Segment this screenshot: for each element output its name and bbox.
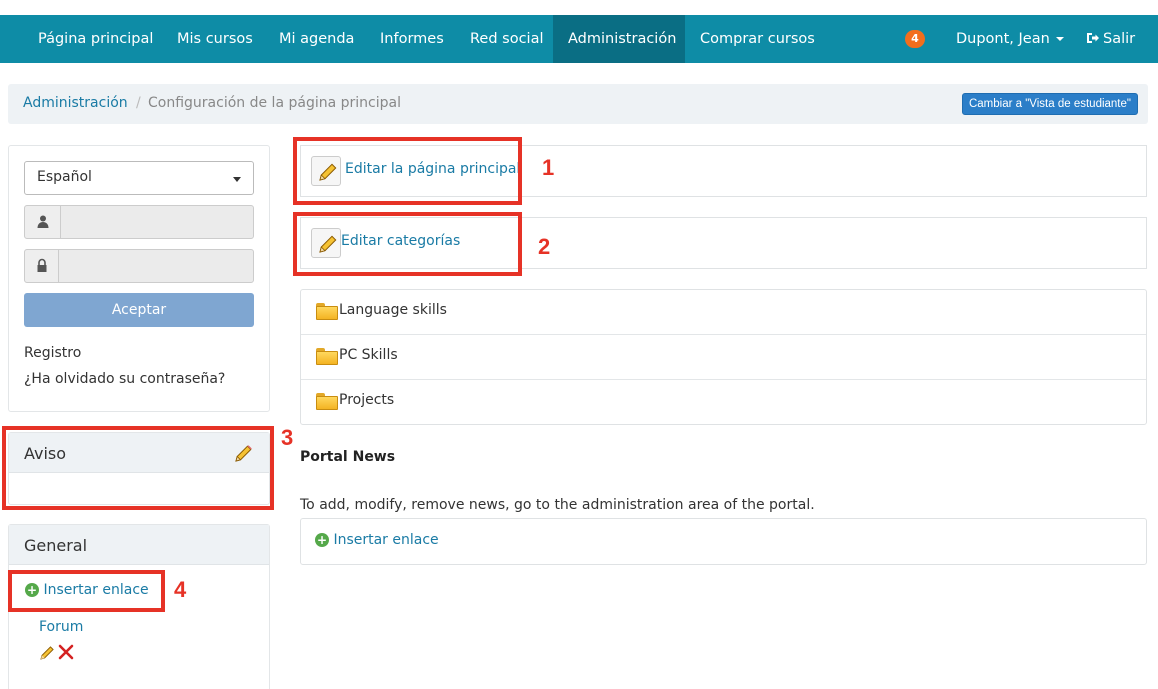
language-value: Español xyxy=(37,169,92,185)
delete-icon[interactable] xyxy=(57,644,75,660)
logout-button[interactable]: Salir xyxy=(1086,15,1135,63)
news-title: Portal News xyxy=(300,449,396,465)
annotation-box-1 xyxy=(293,137,522,205)
news-text: To add, modify, remove news, go to the a… xyxy=(300,497,815,513)
folder-icon xyxy=(316,347,338,365)
nav-social[interactable]: Red social xyxy=(470,15,544,63)
pencil-icon[interactable] xyxy=(38,644,56,662)
language-select[interactable]: Español xyxy=(24,161,254,195)
forgot-password-link[interactable]: ¿Ha olvidado su contraseña? xyxy=(24,371,225,387)
nav-reports[interactable]: Informes xyxy=(380,15,444,63)
annotation-box-4 xyxy=(8,570,165,612)
chevron-down-icon xyxy=(233,177,241,182)
user-menu[interactable]: Dupont, Jean xyxy=(956,15,1064,63)
top-navbar: Página principal Mis cursos Mi agenda In… xyxy=(0,15,1158,63)
chevron-down-icon xyxy=(1055,37,1064,41)
register-link[interactable]: Registro xyxy=(24,345,81,361)
nav-agenda[interactable]: Mi agenda xyxy=(279,15,354,63)
category-item[interactable]: PC Skills xyxy=(301,335,1146,380)
nav-home[interactable]: Página principal xyxy=(38,15,153,63)
annotation-number-1: 1 xyxy=(542,155,555,180)
general-header: General xyxy=(9,525,269,565)
category-label: Language skills xyxy=(339,302,447,318)
breadcrumb-administration[interactable]: Administración xyxy=(23,95,128,111)
lock-icon xyxy=(25,250,59,282)
annotation-number-3: 3 xyxy=(281,425,294,450)
annotation-box-3 xyxy=(2,426,274,510)
user-name: Dupont, Jean xyxy=(956,31,1050,47)
annotation-number-4: 4 xyxy=(174,577,187,602)
breadcrumb-separator: / xyxy=(136,95,141,111)
add-icon: + xyxy=(315,533,329,547)
breadcrumb-current: Configuración de la página principal xyxy=(148,95,401,111)
general-title: General xyxy=(24,536,88,555)
category-item[interactable]: Projects xyxy=(301,380,1146,425)
logout-label: Salir xyxy=(1103,31,1136,47)
accept-button[interactable]: Aceptar xyxy=(24,293,254,327)
user-icon xyxy=(25,206,61,238)
nav-administration[interactable]: Administración xyxy=(553,15,685,63)
news-insert-link-label: Insertar enlace xyxy=(333,532,439,548)
nav-my-courses[interactable]: Mis cursos xyxy=(177,15,253,63)
annotation-number-2: 2 xyxy=(538,234,551,259)
folder-icon xyxy=(316,302,338,320)
sign-out-icon xyxy=(1087,33,1099,43)
category-label: Projects xyxy=(339,392,395,408)
nav-buy-courses[interactable]: Comprar cursos xyxy=(700,15,815,63)
username-field[interactable] xyxy=(24,205,254,239)
category-item[interactable]: Language skills xyxy=(301,290,1146,335)
password-field[interactable] xyxy=(24,249,254,283)
student-view-button[interactable]: Cambiar a "Vista de estudiante" xyxy=(961,93,1138,115)
notification-badge[interactable]: 4 xyxy=(905,30,925,48)
breadcrumb: Administración / Configuración de la pág… xyxy=(8,84,1148,124)
forum-link[interactable]: Forum xyxy=(39,619,83,635)
folder-icon xyxy=(316,392,338,410)
annotation-box-2 xyxy=(293,212,522,276)
category-label: PC Skills xyxy=(339,347,398,363)
category-list: Language skills PC Skills Projects xyxy=(300,289,1147,425)
news-insert-link[interactable]: + Insertar enlace xyxy=(315,532,439,548)
